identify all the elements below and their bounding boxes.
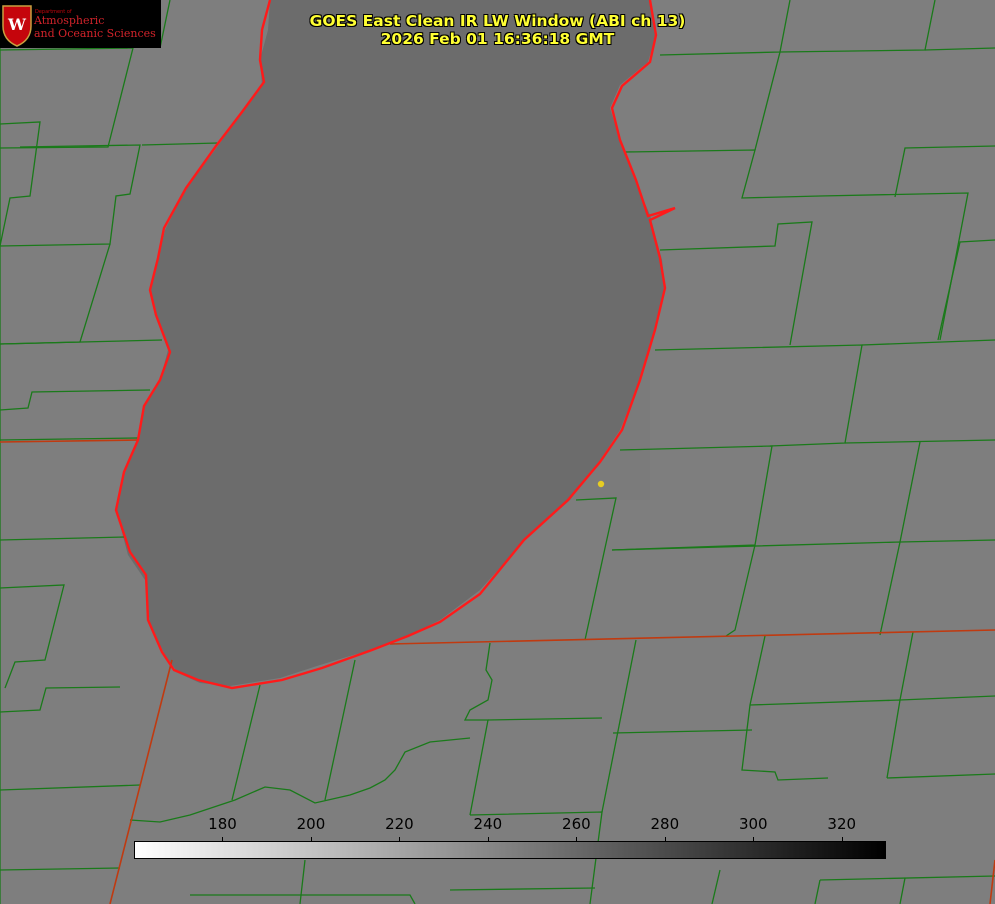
location-marker: [597, 480, 605, 488]
colorbar-tick: [310, 837, 312, 842]
colorbar-label: 220: [385, 815, 414, 833]
satellite-map: [0, 0, 995, 904]
image-title: GOES East Clean IR LW Window (ABI ch 13): [309, 12, 686, 30]
colorbar-label: 300: [738, 815, 768, 833]
colorbar-tick: [399, 837, 401, 842]
colorbar-tick: [576, 837, 578, 842]
colorbar-label: 180: [208, 815, 237, 833]
colorbar: [134, 841, 886, 859]
colorbar-tick: [222, 837, 224, 842]
colorbar-label: 200: [296, 815, 326, 833]
colorbar-label: 280: [650, 815, 680, 833]
colorbar-label: 240: [473, 815, 503, 833]
colorbar-label: 260: [562, 815, 591, 833]
image-timestamp: 2026 Feb 01 16:36:18 GMT: [380, 30, 615, 48]
colorbar-tick: [753, 837, 755, 842]
colorbar-label: 320: [827, 815, 857, 833]
colorbar-tick: [664, 837, 666, 842]
colorbar-tick: [841, 837, 843, 842]
satellite-image-viewer: W Department of Atmospheric and Oceanic …: [0, 0, 995, 904]
colorbar-tick: [487, 837, 489, 842]
